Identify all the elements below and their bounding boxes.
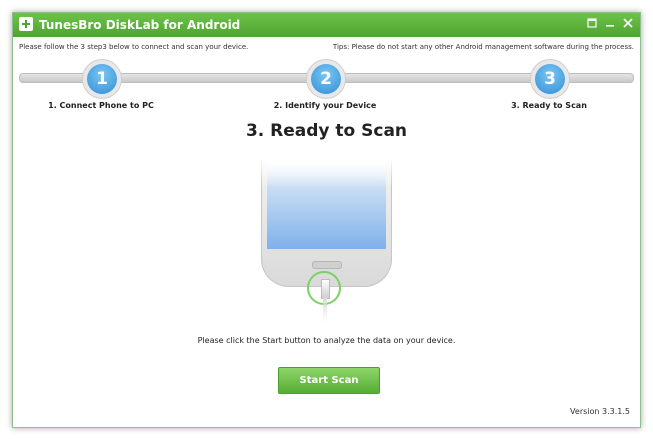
phone-fade <box>261 157 392 187</box>
step-3-label: 3. Ready to Scan <box>511 101 587 110</box>
phone-home-button <box>312 261 342 269</box>
instructions-text: Please follow the 3 step3 below to conne… <box>19 43 249 51</box>
close-icon[interactable] <box>622 16 634 30</box>
step-3-number: 3 <box>535 64 565 94</box>
app-logo-icon <box>19 17 33 31</box>
scan-instruction: Please click the Start button to analyze… <box>197 336 456 345</box>
page-title: 3. Ready to Scan <box>245 121 408 141</box>
start-scan-button[interactable]: Start Scan <box>278 367 380 394</box>
step-1-label: 1. Connect Phone to PC <box>48 101 154 110</box>
step-1-number: 1 <box>87 64 117 94</box>
step-2-number: 2 <box>311 64 341 94</box>
app-window: TunesBro DiskLab for Android Please foll… <box>12 12 641 428</box>
window-title: TunesBro DiskLab for Android <box>39 18 241 32</box>
tips-text: Tips: Please do not start any other Andr… <box>332 43 634 51</box>
step-3-circle: 3 <box>530 59 570 99</box>
window-controls <box>586 16 634 32</box>
step-1-circle: 1 <box>82 59 122 99</box>
version-label: Version 3.3.1.5 <box>570 407 630 416</box>
step-2-circle: 2 <box>306 59 346 99</box>
maximize-icon[interactable] <box>586 16 598 30</box>
title-bar: TunesBro DiskLab for Android <box>13 13 640 37</box>
minimize-icon[interactable] <box>604 16 616 30</box>
usb-plug-icon <box>321 279 330 299</box>
step-2-label: 2. Identify your Device <box>273 101 377 110</box>
usb-cable <box>323 298 327 322</box>
